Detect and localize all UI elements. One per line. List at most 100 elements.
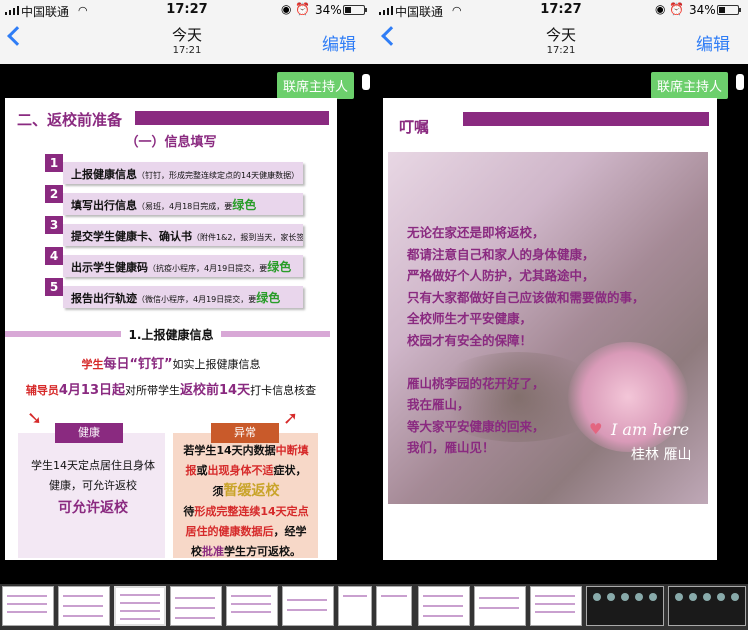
step-number: 5 <box>45 278 63 296</box>
poem-line: 都请注意自己和家人的身体健康， <box>407 246 595 262</box>
step-main: 上报健康信息 <box>71 168 137 181</box>
poem-line: 全校师生才平安健康， <box>407 311 533 326</box>
healthy-text: 学生14天定点居住且身体 健康，可允许返校 <box>23 456 163 496</box>
thumbnail[interactable] <box>114 586 166 626</box>
thumbnail[interactable] <box>226 586 278 626</box>
heading-report-health: 1.上报健康信息 <box>5 326 337 343</box>
text-seg: 批准 <box>202 545 224 558</box>
text-line: 须暂缓返校 <box>176 481 316 502</box>
thumbnail[interactable] <box>2 586 54 626</box>
battery-icon <box>717 5 741 15</box>
right-phone-screen: 中国联通 ◠ 17:27 ◉ ⏰ 34% 今天 17:21 编辑 联席主持人 叮… <box>374 0 748 630</box>
thumbnail[interactable] <box>58 586 110 626</box>
text-seg: 学生 <box>81 358 104 371</box>
step-number: 3 <box>45 216 63 234</box>
cohost-button[interactable]: 联席主持人 <box>276 72 354 99</box>
text-seg: 返校前14天 <box>180 383 251 398</box>
thumbnail[interactable] <box>170 586 222 626</box>
step-main: 提交学生健康卡、确认书 <box>71 230 192 243</box>
text-seg: 每日“钉钉” <box>103 357 173 372</box>
nav-subtitle: 17:21 <box>172 45 202 56</box>
battery-percent: 34% <box>315 3 342 17</box>
text-seg: 学生方可返校。 <box>224 545 301 558</box>
text-seg: 报 <box>185 464 197 477</box>
subsection-title: （一）信息填写 <box>125 135 217 150</box>
text-line: 校批准学生方可返校。 <box>176 542 316 562</box>
step-main: 填写出行信息 <box>71 199 137 212</box>
arrow-icon: ➘ <box>27 408 43 429</box>
text-seg: 待 <box>183 505 195 518</box>
header: 中国联通 ◠ 17:27 ◉ ⏰ 34% 今天 17:21 编辑 <box>0 0 374 64</box>
mic-icon[interactable] <box>362 74 370 90</box>
poem-line: 无论在家还是即将返校， <box>407 225 545 240</box>
battery-percent: 34% <box>689 3 716 17</box>
step-tail: 绿色 <box>256 291 281 305</box>
thumbnail[interactable] <box>530 586 582 626</box>
signature: 桂林 雁山 <box>631 447 692 463</box>
thumbnail[interactable] <box>474 586 526 626</box>
poem-line: 严格做好个人防护，尤其路途中， <box>407 268 595 283</box>
thumbnail[interactable] <box>376 586 412 626</box>
text-line: 居住的健康数据后，经学 <box>176 522 316 542</box>
text-line: 健康，可允许返校 <box>49 479 137 492</box>
left-phone-screen: 中国联通 ◠ 17:27 ◉ ⏰ 34% 今天 17:21 编辑 联席主持人 二… <box>0 0 374 630</box>
edit-button[interactable]: 编辑 <box>696 30 730 55</box>
section-bar <box>463 112 709 126</box>
text-line: 学生14天定点居住且身体 <box>31 459 155 472</box>
text-seg: 形成完整连续14天定点 <box>194 505 309 518</box>
step-number: 1 <box>45 154 63 172</box>
step-tail: 绿色 <box>267 260 292 274</box>
text-line: 报或出现身体不适症状， <box>176 461 316 481</box>
text-seg: 或 <box>196 464 208 477</box>
thumbnail[interactable] <box>418 586 470 626</box>
text-seg: 须 <box>212 485 224 498</box>
healthy-tag: 健康 <box>55 423 123 443</box>
heading-text: 1.上报健康信息 <box>120 328 222 342</box>
abnormal-tag: 异常 <box>211 423 279 443</box>
poem-line: 校园才有安全的保障！ <box>407 332 533 348</box>
step-note: （抗疫小程序，4月19日提交，要 <box>148 264 268 273</box>
cohost-button[interactable]: 联席主持人 <box>650 72 728 99</box>
step-main: 出示学生健康码 <box>71 261 148 274</box>
nav-subtitle: 17:21 <box>546 45 576 56</box>
text-seg: 辅导员 <box>25 384 59 397</box>
thumbnail-video-grid[interactable] <box>668 586 746 626</box>
step-box: 出示学生健康码（抗疫小程序，4月19日提交，要绿色 <box>63 255 303 277</box>
edit-button[interactable]: 编辑 <box>322 30 356 55</box>
step-number: 2 <box>45 185 63 203</box>
text-line: 若学生14天内数据中断填 <box>176 441 316 461</box>
text-seg: 症状， <box>273 464 307 477</box>
thumbnail-video-grid[interactable] <box>586 586 664 626</box>
step-box: 报告出行轨迹（微信小程序，4月19日提交，要绿色 <box>63 286 303 308</box>
text-seg: 出现身体不适 <box>207 464 274 477</box>
line-students: 学生每日“钉钉”如实上报健康信息 <box>5 353 337 372</box>
step-box: 提交学生健康卡、确认书（附件1&2，报到当天，家长签名） <box>63 224 303 246</box>
step-note: （易班，4月18日完成，要 <box>137 202 233 211</box>
text-seg: 校 <box>191 545 202 558</box>
thumbnail[interactable] <box>282 586 334 626</box>
nav-title: 今天 <box>171 26 202 44</box>
line-counselors: 辅导员4月13日起对所带学生返校前14天打卡信息核查 <box>5 379 337 398</box>
section-title: 二、返校前准备 <box>17 111 123 129</box>
slide-return-prep: 二、返校前准备 （一）信息填写 1 上报健康信息（钉钉，形成完整连续定点的14天健… <box>5 98 337 560</box>
i-am-here-text: I am here <box>611 420 690 439</box>
thumbnail-strip[interactable] <box>0 584 374 630</box>
text-seg: 4月13日起 <box>58 383 126 398</box>
lock-alarm-icons: ◉ ⏰ <box>655 2 685 16</box>
section-bar <box>135 111 329 125</box>
text-line: 待形成完整连续14天定点 <box>176 502 316 522</box>
text-seg: 居住的健康数据后 <box>185 525 274 538</box>
poem-line: 只有大家都做好自己应该做和需要做的事， <box>407 289 645 305</box>
section-title: 叮嘱 <box>399 118 430 136</box>
text-seg: 暂缓返校 <box>223 483 280 499</box>
step-note: （附件1&2，报到当天，家长签名） <box>192 233 303 242</box>
mic-icon[interactable] <box>736 74 744 90</box>
thumbnail[interactable] <box>338 586 372 626</box>
heart-icon: ♥ <box>589 420 603 438</box>
header: 中国联通 ◠ 17:27 ◉ ⏰ 34% 今天 17:21 编辑 <box>374 0 748 64</box>
poem-line: 雁山桃李园的花开好了， <box>407 375 545 391</box>
thumbnail-strip[interactable] <box>374 584 748 630</box>
text-seg: 打卡信息核查 <box>250 384 317 397</box>
text-seg: 如实上报健康信息 <box>172 358 261 371</box>
poem-line <box>407 351 707 373</box>
